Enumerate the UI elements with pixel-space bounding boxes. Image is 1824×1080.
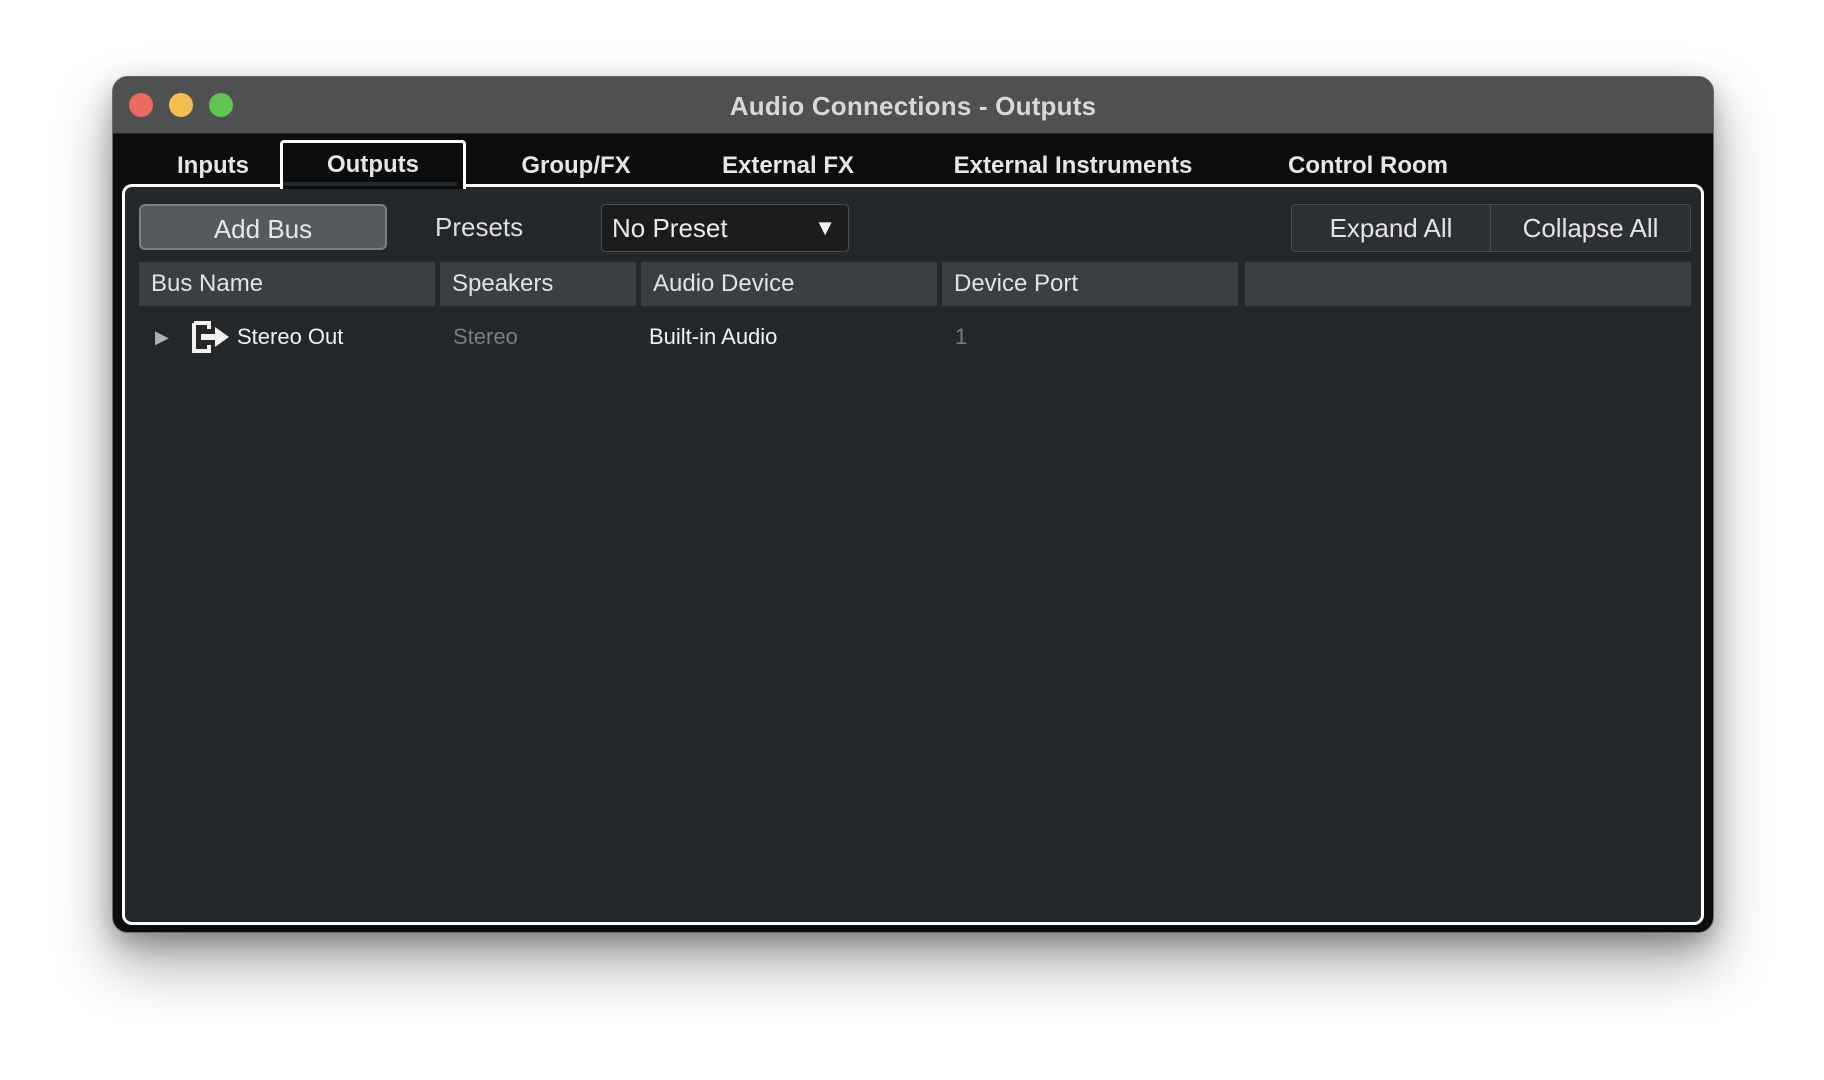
column-header-empty <box>1245 262 1691 306</box>
column-header-bus-name[interactable]: Bus Name <box>139 262 435 306</box>
column-header-audio-device[interactable]: Audio Device <box>641 262 937 306</box>
device-port-cell[interactable]: 1 <box>955 317 967 357</box>
tab-control-room[interactable]: Control Room <box>1243 144 1493 188</box>
table-header: Bus Name Speakers Audio Device Device Po… <box>139 262 1691 306</box>
window-title: Audio Connections - Outputs <box>729 91 1097 121</box>
preset-select-value: No Preset <box>612 213 728 243</box>
audio-connections-window: Audio Connections - Outputs Inputs Outpu… <box>112 76 1714 933</box>
tab-group-fx[interactable]: Group/FX <box>491 144 661 188</box>
preset-select[interactable]: No Preset ▼ <box>601 204 849 252</box>
presets-label: Presets <box>435 212 524 242</box>
speakers-cell: Stereo <box>453 324 518 349</box>
expand-collapse-group: Expand All Collapse All <box>1291 204 1691 252</box>
tab-bar: Inputs Outputs Group/FX External FX Exte… <box>113 134 1713 189</box>
dropdown-arrow-icon: ▼ <box>814 215 836 240</box>
bus-name-cell[interactable]: Stereo Out <box>237 317 343 357</box>
tab-inputs[interactable]: Inputs <box>133 144 293 188</box>
expand-all-button[interactable]: Expand All <box>1292 205 1491 251</box>
tab-external-instruments[interactable]: External Instruments <box>913 144 1233 188</box>
add-bus-button[interactable]: Add Bus <box>139 204 387 250</box>
output-bus-icon <box>192 321 229 353</box>
tab-external-fx[interactable]: External FX <box>693 144 883 188</box>
audio-device-cell[interactable]: Built-in Audio <box>649 317 777 357</box>
table-row[interactable]: ▶ Stereo Out Stereo Built-in Audio 1 <box>139 317 1691 357</box>
collapse-all-button[interactable]: Collapse All <box>1491 205 1690 251</box>
expand-triangle-icon[interactable]: ▶ <box>155 317 169 357</box>
column-header-device-port[interactable]: Device Port <box>942 262 1238 306</box>
active-tab-joint <box>283 182 457 186</box>
column-header-speakers[interactable]: Speakers <box>440 262 636 306</box>
outputs-panel: Add Bus Presets No Preset ▼ Expand All C… <box>122 184 1704 925</box>
title-bar[interactable]: Audio Connections - Outputs <box>113 77 1713 134</box>
